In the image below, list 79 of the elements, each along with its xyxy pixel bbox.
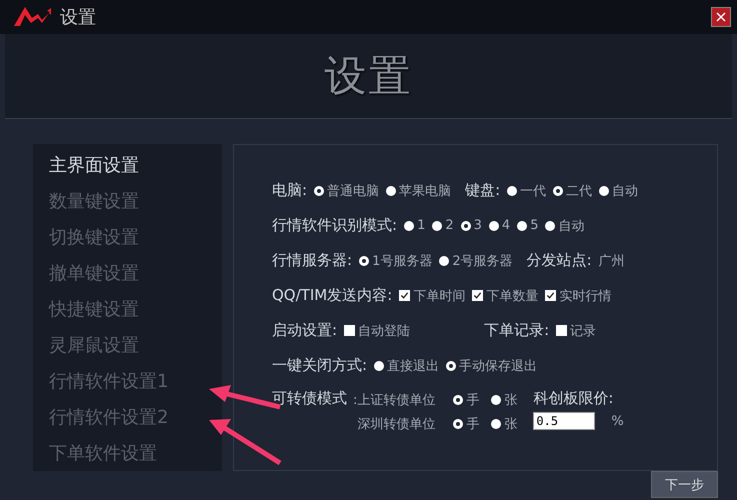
option-label: 手 <box>466 392 480 409</box>
setting-label: QQ/TIM发送内容: <box>272 286 392 305</box>
option-label: 4 <box>502 218 510 233</box>
value-text: 广州 <box>598 252 625 270</box>
option-label: 一代 <box>520 182 546 200</box>
radio-button[interactable] <box>545 220 556 230</box>
checkbox[interactable] <box>344 325 356 336</box>
radio-button[interactable] <box>404 220 414 230</box>
option-label: 张 <box>504 392 518 409</box>
option-label: 3 <box>474 218 482 233</box>
option-label: 张 <box>504 416 518 433</box>
radio-button[interactable] <box>553 186 564 196</box>
option-label: 自动 <box>612 182 638 200</box>
radio-button[interactable] <box>386 186 396 196</box>
sidebar-item[interactable]: 数量键设置 <box>33 188 222 224</box>
checkbox[interactable] <box>556 325 568 336</box>
sidebar-item[interactable]: 下单软件设置 <box>33 440 222 476</box>
setting-label: 行情软件识别模式: <box>272 216 398 235</box>
option-label: 手动保存退出 <box>459 358 538 374</box>
page-heading: 设置 <box>324 50 412 102</box>
radio-button[interactable] <box>439 256 450 266</box>
sidebar-item[interactable]: 主界面设置 <box>33 152 222 188</box>
option-label: 实时行情 <box>559 288 612 304</box>
close-icon <box>716 12 726 22</box>
setting-label: 科创板限价: <box>533 389 614 408</box>
unit-label: % <box>611 414 624 428</box>
radio-button[interactable] <box>374 360 384 370</box>
setting-label: 电脑: <box>272 181 308 200</box>
radio-button[interactable] <box>507 186 518 196</box>
logo-icon <box>12 6 52 28</box>
radio-button[interactable] <box>432 220 442 230</box>
sidebar-item[interactable]: 行情软件设置2 <box>33 404 222 440</box>
radio-button[interactable] <box>491 419 502 429</box>
setting-label: 一键关闭方式: <box>272 356 368 375</box>
option-label: 2号服务器 <box>452 252 513 270</box>
setting-label: 可转债模式 <box>272 389 347 409</box>
sidebar-item[interactable]: 撤单键设置 <box>33 260 222 296</box>
setting-label: 分发站点: <box>526 251 592 270</box>
option-label: 5 <box>530 218 538 233</box>
option-label: 苹果电脑 <box>399 182 452 200</box>
radio-button[interactable] <box>488 220 499 230</box>
sidebar-item[interactable]: 切换键设置 <box>33 224 222 260</box>
radio-button[interactable] <box>453 419 464 429</box>
option-label: 普通电脑 <box>327 182 380 200</box>
sidebar-item[interactable]: 快捷键设置 <box>33 296 222 332</box>
option-label: 自动 <box>558 218 584 234</box>
radio-button[interactable] <box>446 360 456 370</box>
setting-label: :上证转债单位 <box>353 392 436 409</box>
input-field[interactable]: 0.5 <box>533 412 596 430</box>
radio-button[interactable] <box>453 395 464 405</box>
setting-label: 深圳转债单位 <box>357 416 436 433</box>
setting-label: 启动设置: <box>272 321 338 340</box>
radio-button[interactable] <box>599 186 610 196</box>
option-label: 下单数量 <box>486 288 538 304</box>
checkbox[interactable] <box>472 290 484 301</box>
radio-button[interactable] <box>314 186 324 196</box>
close-button[interactable] <box>711 7 731 27</box>
option-label: 1 <box>417 218 426 233</box>
radio-button[interactable] <box>517 220 528 230</box>
checkbox[interactable] <box>399 290 410 301</box>
option-label: 2 <box>445 218 454 233</box>
radio-button[interactable] <box>491 395 502 405</box>
setting-label: 下单记录: <box>484 321 550 340</box>
radio-button[interactable] <box>359 256 370 266</box>
option-label: 手 <box>466 416 480 433</box>
option-label: 直接退出 <box>387 358 440 374</box>
option-label: 记录 <box>570 322 596 340</box>
option-label: 下单时间 <box>413 288 466 304</box>
window-title: 设置 <box>60 6 96 29</box>
setting-label: 行情服务器: <box>272 251 352 270</box>
option-label: 二代 <box>566 182 592 200</box>
next-button[interactable]: 下一步 <box>651 471 718 498</box>
checkbox[interactable] <box>545 290 556 301</box>
option-label: 自动登陆 <box>358 322 410 340</box>
radio-button[interactable] <box>460 220 471 230</box>
sidebar-item[interactable]: 行情软件设置1 <box>33 368 222 404</box>
option-label: 1号服务器 <box>372 252 432 270</box>
setting-label: 键盘: <box>465 181 500 200</box>
sidebar-item[interactable]: 灵犀鼠设置 <box>33 332 222 368</box>
